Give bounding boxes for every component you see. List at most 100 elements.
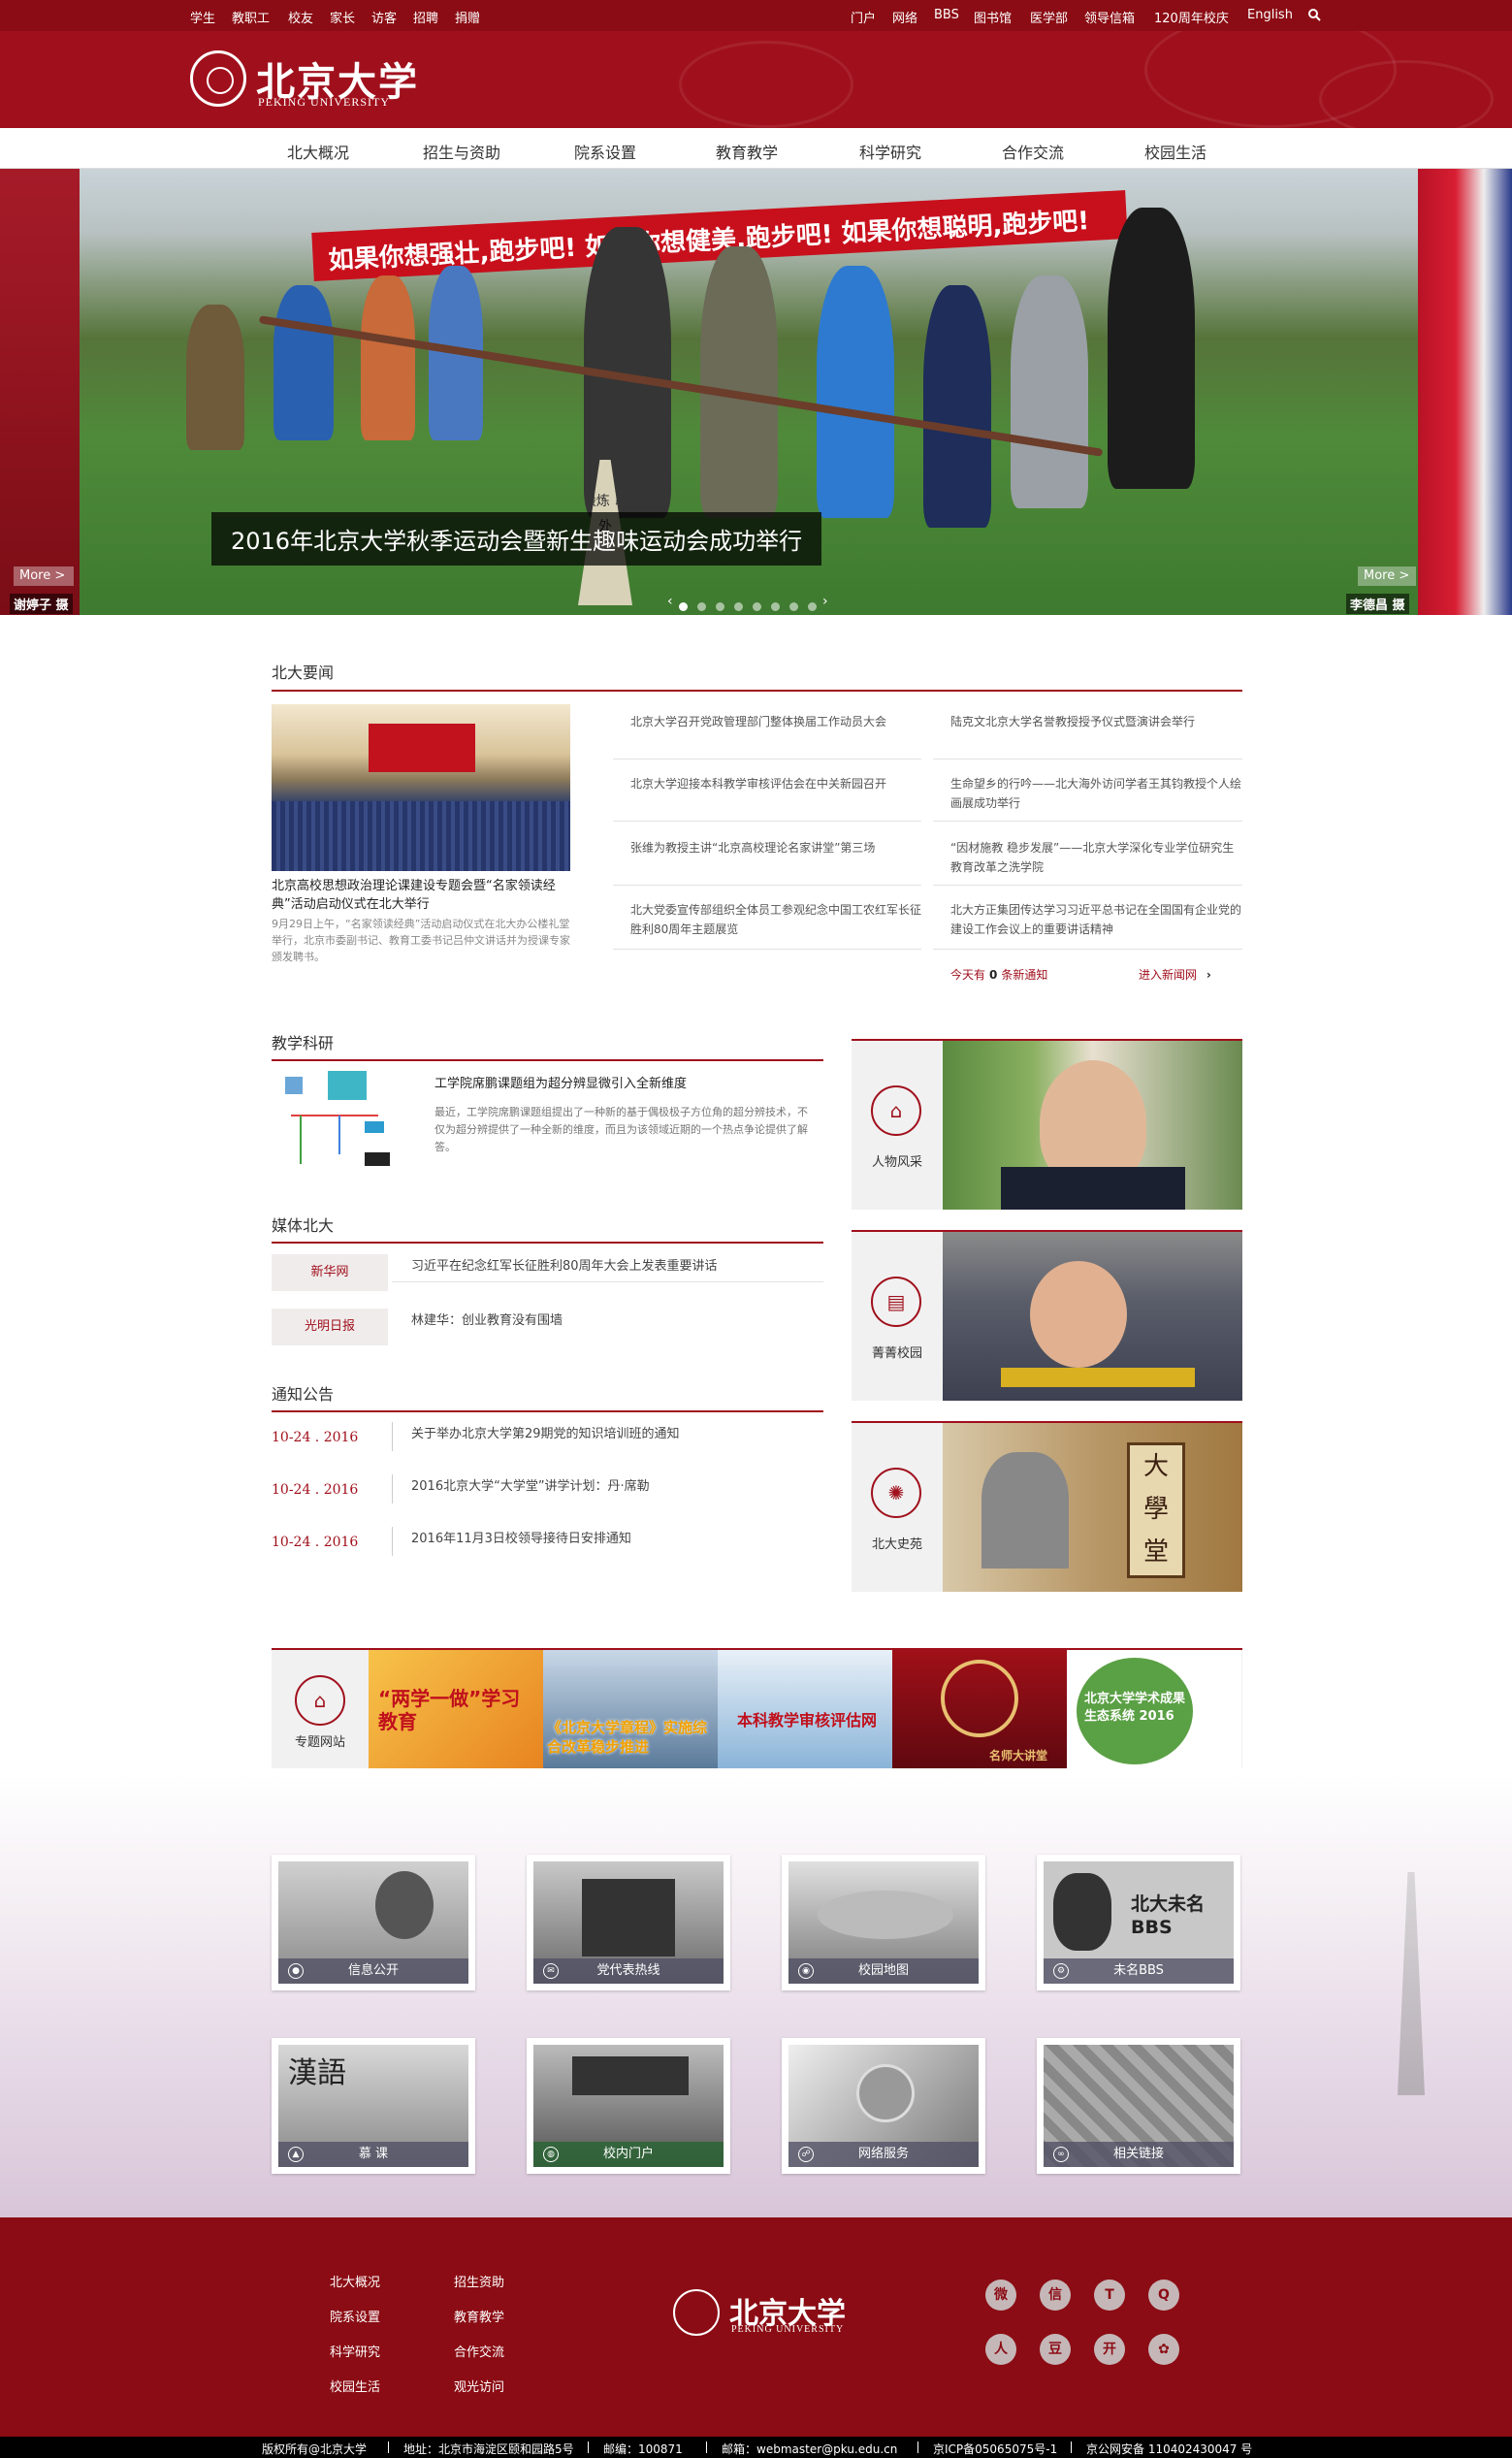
tencent-weibo-icon[interactable]: T: [1094, 2280, 1125, 2311]
project-tile-charter[interactable]: 《北京大学章程》实施综合改革稳步推进: [543, 1650, 718, 1768]
wechat-icon[interactable]: 信: [1040, 2280, 1071, 2311]
carousel-dot[interactable]: [789, 602, 798, 611]
footer-link[interactable]: 招生资助: [454, 2272, 504, 2290]
email-text[interactable]: 邮箱：webmaster@pku.edu.cn: [722, 2441, 897, 2457]
feature-card-people[interactable]: ⌂ 人物风采: [852, 1039, 1242, 1210]
qq-icon[interactable]: Q: [1148, 2280, 1179, 2311]
news-list-item[interactable]: 北京大学迎接本科教学审核评估会在中关新园召开: [630, 774, 921, 793]
footer-seal-logo[interactable]: [673, 2289, 720, 2336]
news-list-item[interactable]: 张维为教授主讲“北京高校理论名家讲堂”第三场: [630, 838, 921, 857]
search-icon[interactable]: [1307, 8, 1321, 21]
kaixin-icon[interactable]: 开: [1094, 2334, 1125, 2365]
more-button-right[interactable]: More >: [1358, 566, 1416, 586]
quick-link-info-public[interactable]: ● 信息公开: [272, 1855, 475, 1990]
hero-caption[interactable]: 2016年北京大学秋季运动会暨新生趣味运动会成功举行: [211, 512, 822, 566]
footer-link[interactable]: 院系设置: [330, 2307, 380, 2325]
notice-item[interactable]: 2016年11月3日校领导接待日安排通知: [411, 1528, 631, 1546]
nav-item-admissions[interactable]: 招生与资助: [423, 140, 500, 163]
today-notice-count[interactable]: 今天有 0 条新通知: [950, 966, 1047, 983]
logo-english-name[interactable]: PEKING UNIVERSITY: [258, 95, 390, 110]
carousel-dots[interactable]: [679, 597, 826, 611]
news-list-item[interactable]: 北大方正集团传达学习习近平总书记在全国国有企业党的建设工作会议上的重要讲话精神: [950, 900, 1241, 939]
project-tile-study[interactable]: “两学一做”学习教育: [369, 1650, 543, 1768]
news-list-item[interactable]: 北京大学召开党政管理部门整体换届工作动员大会: [630, 712, 921, 731]
media-source-guangming[interactable]: 光明日报: [272, 1309, 388, 1345]
top-link-parents[interactable]: 家长: [330, 8, 355, 26]
portrait-photo[interactable]: [943, 1041, 1242, 1210]
news-lead-photo[interactable]: [272, 704, 570, 871]
top-link-mailbox[interactable]: 领导信箱: [1084, 8, 1135, 26]
nav-item-campus-life[interactable]: 校园生活: [1144, 140, 1206, 163]
notice-item[interactable]: 2016北京大学“大学堂”讲学计划：丹·席勒: [411, 1475, 650, 1494]
media-source-xinhua[interactable]: 新华网: [272, 1254, 388, 1291]
icp-text[interactable]: 京ICP备05065075号-1: [933, 2441, 1057, 2457]
top-link-donate[interactable]: 捐赠: [455, 8, 480, 26]
police-record-text[interactable]: 京公网安备 110402430047 号: [1086, 2441, 1252, 2457]
footer-link[interactable]: 科学研究: [330, 2342, 380, 2360]
news-list-item[interactable]: 北大党委宣传部组织全体员工参观纪念中国工农红军长征胜利80周年主题展览: [630, 900, 921, 939]
teaching-item-title[interactable]: 工学院席鹏课题组为超分辨显微引入全新维度: [434, 1073, 687, 1091]
top-link-english[interactable]: English: [1247, 8, 1293, 22]
media-item-text[interactable]: 习近平在纪念红军长征胜利80周年大会上发表重要讲话: [411, 1255, 718, 1274]
news-list-item[interactable]: 陆克文北京大学名誉教授授予仪式暨演讲会举行: [950, 712, 1241, 731]
nav-item-education[interactable]: 教育教学: [716, 140, 778, 163]
footer-link[interactable]: 教育教学: [454, 2307, 504, 2325]
feature-card-history[interactable]: ✺ 北大史苑 大學堂: [852, 1421, 1242, 1592]
douban-icon[interactable]: 豆: [1040, 2334, 1071, 2365]
previous-slide-peek[interactable]: [0, 169, 80, 615]
footer-link[interactable]: 北大概况: [330, 2272, 380, 2290]
top-link-medical[interactable]: 医学部: [1030, 8, 1068, 26]
nav-item-research[interactable]: 科学研究: [859, 140, 921, 163]
more-button-left[interactable]: More >: [14, 566, 74, 586]
quick-link-mooc[interactable]: 漢語 ▲ 慕 课: [272, 2038, 475, 2174]
next-slide-peek[interactable]: [1418, 169, 1512, 615]
quick-link-campus-map[interactable]: ◉ 校园地图: [782, 1855, 985, 1990]
carousel-dot[interactable]: [753, 602, 761, 611]
carousel-dot[interactable]: [716, 602, 724, 611]
section-title-media[interactable]: 媒体北大: [272, 1213, 334, 1236]
carousel-prev-arrow[interactable]: ‹: [667, 594, 673, 609]
project-tile-academic[interactable]: 北京大学学术成果生态系统 2016: [1067, 1650, 1241, 1768]
research-diagram-thumbnail[interactable]: [272, 1067, 398, 1183]
footer-link[interactable]: 观光访问: [454, 2377, 504, 2395]
top-link-staff[interactable]: 教职工: [232, 8, 270, 26]
carousel-dot[interactable]: [679, 602, 688, 611]
nav-item-departments[interactable]: 院系设置: [574, 140, 636, 163]
news-list-item[interactable]: “因材施教 稳步发展”——北京大学深化专业学位研究生教育改革之洗学院: [950, 838, 1241, 877]
flower-icon[interactable]: ✿: [1148, 2334, 1179, 2365]
footer-logo-english[interactable]: PEKING UNIVERSITY: [731, 2324, 844, 2335]
carousel-dot[interactable]: [697, 602, 706, 611]
section-title-notices[interactable]: 通知公告: [272, 1381, 334, 1405]
top-link-visitors[interactable]: 访客: [371, 8, 397, 26]
media-item-text[interactable]: 林建华：创业教育没有围墙: [411, 1310, 563, 1328]
project-tile-lecture[interactable]: 名师大讲堂: [892, 1650, 1067, 1768]
quick-link-network-service[interactable]: ☍ 网络服务: [782, 2038, 985, 2174]
carousel-dot[interactable]: [734, 602, 743, 611]
nav-item-overview[interactable]: 北大概况: [287, 140, 349, 163]
section-title-news[interactable]: 北大要闻: [272, 660, 334, 683]
quick-link-party-hotline[interactable]: ✉ 党代表热线: [527, 1855, 730, 1990]
footer-link[interactable]: 校园生活: [330, 2377, 380, 2395]
top-link-portal[interactable]: 门户: [851, 8, 876, 26]
history-photo[interactable]: 大學堂: [943, 1423, 1242, 1592]
quick-link-portal[interactable]: ◍ 校内门户: [527, 2038, 730, 2174]
project-sites-label[interactable]: 专题网站: [272, 1731, 369, 1750]
nav-item-cooperation[interactable]: 合作交流: [1002, 140, 1064, 163]
footer-link[interactable]: 合作交流: [454, 2342, 504, 2360]
news-lead-title[interactable]: 北京高校思想政治理论课建设专题会暨“名家领读经典”活动启动仪式在北大举行: [272, 877, 578, 914]
feature-card-campus[interactable]: ▤ 菁菁校园: [852, 1230, 1242, 1401]
pku-seal-logo[interactable]: [190, 50, 246, 107]
news-list-item[interactable]: 生命望乡的行吟——北大海外访问学者王其钧教授个人绘画展成功举行: [950, 774, 1241, 813]
hero-carousel[interactable]: 如果你想强壮,跑步吧! 如果你想健美,跑步吧! 如果你想聪明,跑步吧! 锻炼 以…: [0, 169, 1512, 615]
top-link-library[interactable]: 图书馆: [974, 8, 1012, 26]
top-link-alumni[interactable]: 校友: [288, 8, 313, 26]
carousel-dot[interactable]: [771, 602, 780, 611]
carousel-dot[interactable]: [808, 602, 817, 611]
children-photo[interactable]: [943, 1232, 1242, 1401]
quick-link-bbs[interactable]: 北大未名 BBS ⚙ 未名BBS: [1037, 1855, 1240, 1990]
notice-item[interactable]: 关于举办北京大学第29期党的知识培训班的通知: [411, 1423, 680, 1441]
top-link-students[interactable]: 学生: [190, 8, 215, 26]
project-tile-evaluation[interactable]: 本科教学审核评估网: [718, 1650, 892, 1768]
enter-news-link[interactable]: 进入新闻网 ›: [1139, 966, 1211, 983]
top-link-bbs[interactable]: BBS: [934, 8, 959, 22]
